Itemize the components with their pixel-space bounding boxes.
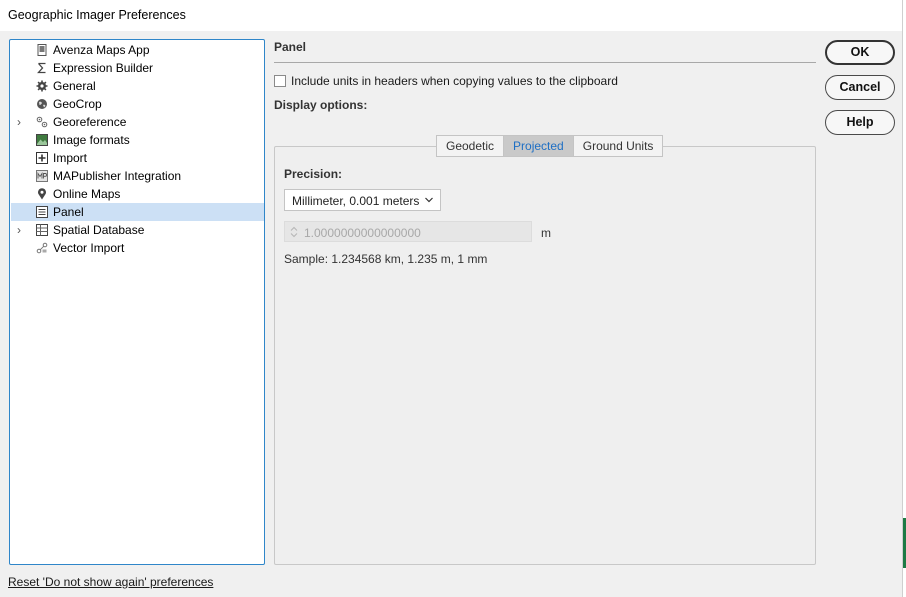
display-tabs: Geodetic Projected Ground Units: [436, 135, 664, 157]
ok-button[interactable]: OK: [825, 40, 895, 65]
window-edge: [902, 0, 906, 597]
tree-item-image-formats[interactable]: Image formats: [11, 131, 264, 149]
sigma-icon: [36, 62, 48, 74]
chevron-right-icon[interactable]: ›: [17, 223, 21, 237]
tree-item-label: Online Maps: [53, 187, 121, 201]
tree-item-label: Expression Builder: [53, 61, 154, 75]
precision-value: Millimeter, 0.001 meters: [292, 194, 420, 208]
precision-label: Precision:: [284, 167, 343, 181]
tree-item-georeference[interactable]: › Georeference: [11, 113, 264, 131]
display-options-heading: Display options:: [274, 98, 368, 112]
tab-geodetic[interactable]: Geodetic: [436, 135, 505, 157]
import-icon: [36, 152, 48, 164]
tree-item-label: Georeference: [53, 115, 127, 129]
tree-item-geocrop[interactable]: GeoCrop: [11, 95, 264, 113]
tree-item-panel[interactable]: Panel: [11, 203, 264, 221]
divider: [274, 62, 816, 63]
custom-precision-value: 1.0000000000000000: [304, 226, 421, 240]
precision-select[interactable]: Millimeter, 0.001 meters: [284, 189, 441, 211]
chevron-right-icon[interactable]: ›: [17, 115, 21, 129]
include-units-label: Include units in headers when copying va…: [291, 74, 618, 88]
tree-item-vector-import[interactable]: Vector Import: [11, 239, 264, 257]
georeference-icon: [36, 116, 48, 128]
panel-icon: [36, 206, 48, 218]
tree-item-general[interactable]: General: [11, 77, 264, 95]
panel-title: Panel: [274, 40, 307, 54]
unit-label: m: [541, 226, 551, 240]
tree-item-label: General: [53, 79, 96, 93]
tree-item-spatial-database[interactable]: › Spatial Database: [11, 221, 264, 239]
tree-item-label: Image formats: [53, 133, 130, 147]
tree-item-avenza-maps-app[interactable]: Avenza Maps App: [11, 41, 264, 59]
image-icon: [36, 134, 48, 146]
phone-icon: [36, 44, 48, 56]
reset-preferences-link[interactable]: Reset 'Do not show again' preferences: [8, 575, 213, 589]
custom-precision-input[interactable]: 1.0000000000000000: [284, 221, 532, 242]
map-pin-icon: [36, 188, 48, 200]
database-icon: [36, 224, 48, 236]
tab-projected[interactable]: Projected: [503, 135, 574, 157]
cancel-button[interactable]: Cancel: [825, 75, 895, 100]
sample-text: Sample: 1.234568 km, 1.235 m, 1 mm: [284, 252, 488, 266]
tree-item-label: MAPublisher Integration: [53, 169, 182, 183]
tree-item-online-maps[interactable]: Online Maps: [11, 185, 264, 203]
tree-item-label: GeoCrop: [53, 97, 102, 111]
title-bar: Geographic Imager Preferences: [0, 0, 906, 31]
tree-item-label: Import: [53, 151, 88, 165]
tree-item-label: Panel: [53, 205, 84, 219]
tree-item-label: Spatial Database: [53, 223, 145, 237]
include-units-checkbox[interactable]: [274, 75, 286, 87]
tree-item-expression-builder[interactable]: Expression Builder: [11, 59, 264, 77]
tab-ground-units[interactable]: Ground Units: [572, 135, 664, 157]
tree-item-import[interactable]: Import: [11, 149, 264, 167]
vector-import-icon: [36, 242, 48, 254]
globe-icon: [36, 98, 48, 110]
chevron-down-icon: [424, 194, 434, 209]
gear-icon: [36, 80, 48, 92]
tree-item-label: Vector Import: [53, 241, 125, 255]
window-title: Geographic Imager Preferences: [8, 8, 186, 22]
spinner-icon[interactable]: [288, 225, 300, 242]
tree-item-mapublisher-integration[interactable]: MAPublisher Integration: [11, 167, 264, 185]
preferences-tree[interactable]: Avenza Maps App Expression Builder Gener…: [9, 39, 265, 565]
tree-item-label: Avenza Maps App: [53, 43, 150, 57]
help-button[interactable]: Help: [825, 110, 895, 135]
mapublisher-icon: [36, 170, 48, 182]
